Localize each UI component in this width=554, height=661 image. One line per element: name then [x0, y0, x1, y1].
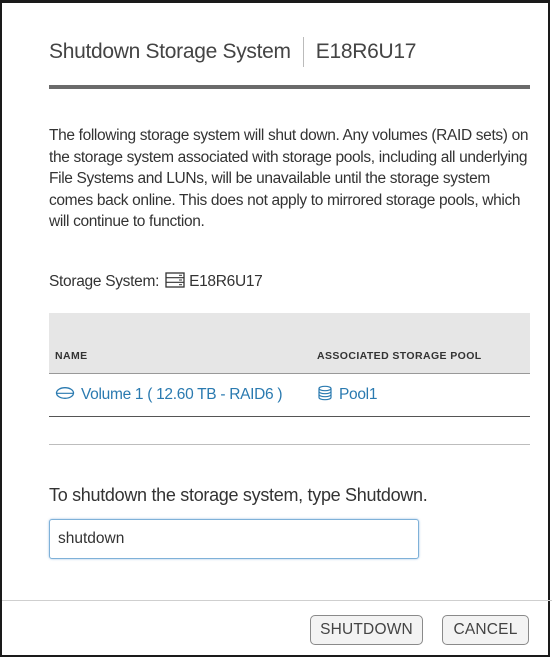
dialog-header: Shutdown Storage System E18R6U17: [49, 37, 529, 67]
storage-system-label: Storage System:: [49, 273, 160, 290]
confirm-prompt: To shutdown the storage system, type Shu…: [49, 485, 428, 505]
pool-icon: [317, 385, 339, 406]
confirm-input[interactable]: [49, 519, 419, 559]
header-divider: [49, 85, 530, 89]
volume-cell[interactable]: Volume 1 ( 12.60 TB - RAID6 ): [49, 373, 311, 417]
column-header-name: NAME: [49, 313, 311, 374]
volumes-table: NAME ASSOCIATED STORAGE POOL Volume 1 ( …: [49, 313, 530, 417]
footer-divider: [2, 600, 552, 601]
dialog-subtitle: E18R6U17: [315, 40, 417, 63]
shutdown-description: The following storage system will shut d…: [49, 127, 529, 230]
title-separator: [302, 37, 304, 67]
storage-system-line: Storage System: E18R6U17: [49, 271, 263, 293]
column-header-pool: ASSOCIATED STORAGE POOL: [311, 313, 530, 374]
shutdown-dialog: Shutdown Storage System E18R6U17 The fol…: [0, 0, 552, 657]
section-divider: [49, 444, 530, 445]
table-header-row: NAME ASSOCIATED STORAGE POOL: [49, 313, 530, 374]
shutdown-button[interactable]: SHUTDOWN: [310, 615, 423, 645]
server-icon: [159, 271, 189, 293]
pool-cell[interactable]: Pool1: [311, 373, 530, 417]
pool-link[interactable]: Pool1: [339, 386, 377, 404]
volume-link[interactable]: Volume 1 ( 12.60 TB - RAID6 ): [81, 386, 283, 404]
storage-system-name: E18R6U17: [189, 273, 263, 290]
table-row: Volume 1 ( 12.60 TB - RAID6 ) Pool1: [49, 373, 530, 417]
cancel-button[interactable]: CANCEL: [442, 615, 529, 645]
dialog-title: Shutdown Storage System: [49, 40, 291, 63]
volume-icon: [55, 386, 81, 405]
